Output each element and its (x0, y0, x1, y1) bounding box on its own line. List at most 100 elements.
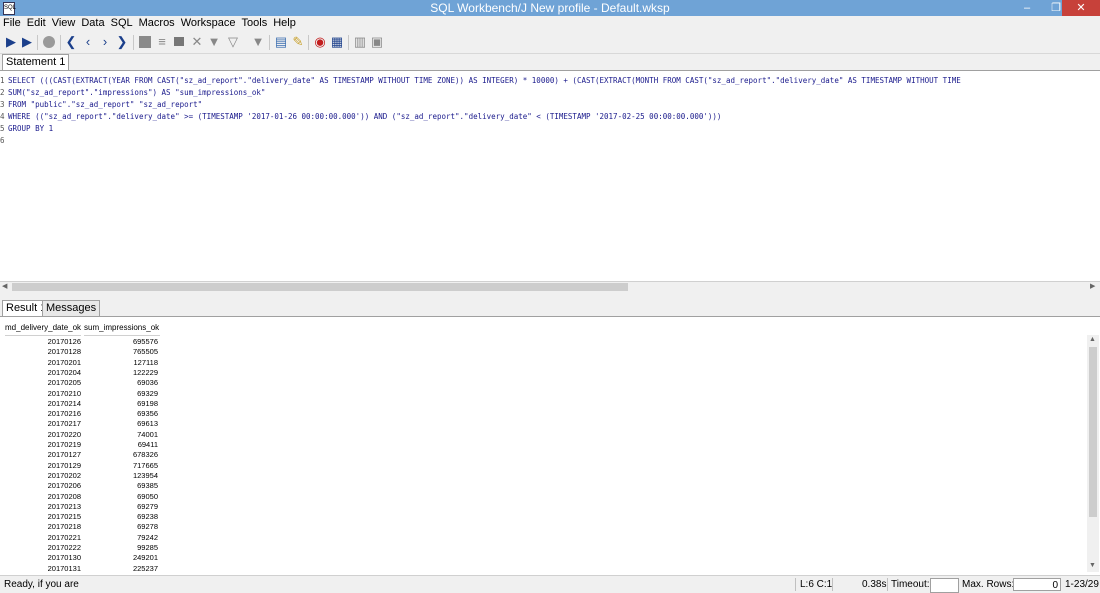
table-cell-impressions[interactable]: 127118 (82, 358, 158, 368)
table-cell-date[interactable]: 20170218 (3, 522, 81, 532)
timeout-input[interactable] (930, 578, 959, 593)
table-row[interactable]: 2017021969411 (3, 440, 161, 450)
table-cell-date[interactable]: 20170127 (3, 450, 81, 460)
table-cell-date[interactable]: 20170210 (3, 389, 81, 399)
table-row[interactable]: 2017022179242 (3, 533, 161, 543)
menu-file[interactable]: File (3, 16, 21, 31)
column-header[interactable]: sum_impressions_ok (84, 320, 160, 336)
table-row[interactable]: 2017021869278 (3, 522, 161, 532)
table-row[interactable]: 20170126695576 (3, 337, 161, 347)
table-row[interactable]: 20170128765505 (3, 347, 161, 357)
table-cell-impressions[interactable]: 69329 (82, 389, 158, 399)
table-cell-date[interactable]: 20170215 (3, 512, 81, 522)
table-row[interactable]: 20170131225237 (3, 564, 161, 574)
edit-icon[interactable]: ✎ (290, 34, 306, 50)
table-cell-date[interactable]: 20170217 (3, 419, 81, 429)
menu-macros[interactable]: Macros (139, 16, 175, 31)
sql-editor[interactable]: 1SELECT (((CAST(EXTRACT(YEAR FROM CAST("… (0, 70, 1100, 282)
table-row[interactable]: 20170204122229 (3, 368, 161, 378)
filter-icon[interactable]: ▼ (206, 34, 222, 50)
menu-sql[interactable]: SQL (111, 16, 133, 31)
table-cell-impressions[interactable]: 695576 (82, 337, 158, 347)
close-icon[interactable]: ✕ (1062, 0, 1100, 16)
table-cell-impressions[interactable]: 69050 (82, 492, 158, 502)
table-cell-impressions[interactable]: 678326 (82, 450, 158, 460)
menu-view[interactable]: View (52, 16, 76, 31)
menu-tools[interactable]: Tools (242, 16, 268, 31)
scrollbar-thumb[interactable] (12, 283, 628, 291)
last-icon[interactable]: ❯ (114, 34, 130, 50)
autocommit-icon[interactable]: ◉ (312, 34, 328, 50)
table-cell-impressions[interactable]: 69036 (82, 378, 158, 388)
tab-statement-1[interactable]: Statement 1 (2, 54, 69, 70)
table-cell-impressions[interactable]: 69356 (82, 409, 158, 419)
table-cell-date[interactable]: 20170129 (3, 461, 81, 471)
table-cell-impressions[interactable]: 79242 (82, 533, 158, 543)
table-cell-date[interactable]: 20170222 (3, 543, 81, 553)
table-cell-date[interactable]: 20170204 (3, 368, 81, 378)
table-cell-date[interactable]: 20170202 (3, 471, 81, 481)
table-cell-impressions[interactable]: 69238 (82, 512, 158, 522)
table-cell-date[interactable]: 20170130 (3, 553, 81, 563)
table-grid-icon[interactable]: ▦ (329, 34, 345, 50)
table-cell-impressions[interactable]: 99285 (82, 543, 158, 553)
panel-splitter[interactable] (0, 292, 1100, 298)
table-cell-impressions[interactable]: 249201 (82, 553, 158, 563)
table-cell-impressions[interactable]: 69279 (82, 502, 158, 512)
table-row[interactable]: 20170130249201 (3, 553, 161, 563)
table-cell-date[interactable]: 20170131 (3, 564, 81, 574)
next-icon[interactable]: › (97, 34, 113, 50)
database-icon[interactable]: ▥ (352, 34, 368, 50)
insert-row-icon[interactable]: ≡ (154, 34, 170, 50)
table-cell-impressions[interactable]: 69385 (82, 481, 158, 491)
save-icon[interactable] (137, 34, 153, 50)
table-cell-impressions[interactable]: 123954 (82, 471, 158, 481)
table-cell-date[interactable]: 20170214 (3, 399, 81, 409)
table-cell-impressions[interactable]: 69278 (82, 522, 158, 532)
menu-edit[interactable]: Edit (27, 16, 46, 31)
table-cell-date[interactable]: 20170213 (3, 502, 81, 512)
column-header[interactable]: md_delivery_date_ok (5, 320, 81, 336)
table-row[interactable]: 2017021369279 (3, 502, 161, 512)
max-rows-input[interactable]: 0 (1013, 578, 1061, 591)
filter-dropdown-icon[interactable]: ▽ (225, 34, 241, 50)
table-cell-date[interactable]: 20170201 (3, 358, 81, 368)
scroll-up-icon[interactable]: ▲ (1089, 336, 1096, 343)
menu-workspace[interactable]: Workspace (181, 16, 236, 31)
table-row[interactable]: 2017020869050 (3, 492, 161, 502)
table-cell-impressions[interactable]: 74001 (82, 430, 158, 440)
table-cell-date[interactable]: 20170205 (3, 378, 81, 388)
minimize-icon[interactable]: – (1013, 0, 1041, 16)
scroll-down-icon[interactable]: ▼ (1089, 562, 1096, 569)
table-row[interactable]: 20170202123954 (3, 471, 161, 481)
scroll-right-icon[interactable]: ▶ (1090, 282, 1095, 290)
table-row[interactable]: 2017021669356 (3, 409, 161, 419)
table-cell-impressions[interactable]: 225237 (82, 564, 158, 574)
table-cell-impressions[interactable]: 69198 (82, 399, 158, 409)
table-cell-impressions[interactable]: 69411 (82, 440, 158, 450)
table-cell-date[interactable]: 20170206 (3, 481, 81, 491)
table-row[interactable]: 2017021469198 (3, 399, 161, 409)
editor-horizontal-scrollbar[interactable]: ◀ ▶ (0, 281, 1100, 292)
execute-current-icon[interactable]: ▶​ (19, 34, 35, 50)
table-row[interactable]: 2017021569238 (3, 512, 161, 522)
tab-messages[interactable]: Messages (42, 300, 100, 316)
table-cell-impressions[interactable]: 122229 (82, 368, 158, 378)
table-cell-date[interactable]: 20170126 (3, 337, 81, 347)
table-cell-date[interactable]: 20170216 (3, 409, 81, 419)
table-cell-date[interactable]: 20170128 (3, 347, 81, 357)
table-cell-date[interactable]: 20170220 (3, 430, 81, 440)
table-row[interactable]: 2017021769613 (3, 419, 161, 429)
export-icon[interactable]: ▤ (273, 34, 289, 50)
previous-icon[interactable]: ‹ (80, 34, 96, 50)
table-row[interactable]: 2017021069329 (3, 389, 161, 399)
stop-icon[interactable] (41, 34, 57, 50)
table-row[interactable]: 2017022299285 (3, 543, 161, 553)
table-cell-impressions[interactable]: 765505 (82, 347, 158, 357)
table-cell-impressions[interactable]: 717665 (82, 461, 158, 471)
table-row[interactable]: 2017022074001 (3, 430, 161, 440)
clear-filter-icon[interactable]: ▼ (250, 34, 266, 50)
table-row[interactable]: 20170201127118 (3, 358, 161, 368)
copy-row-icon[interactable] (171, 34, 187, 50)
table-row[interactable]: 20170127678326 (3, 450, 161, 460)
